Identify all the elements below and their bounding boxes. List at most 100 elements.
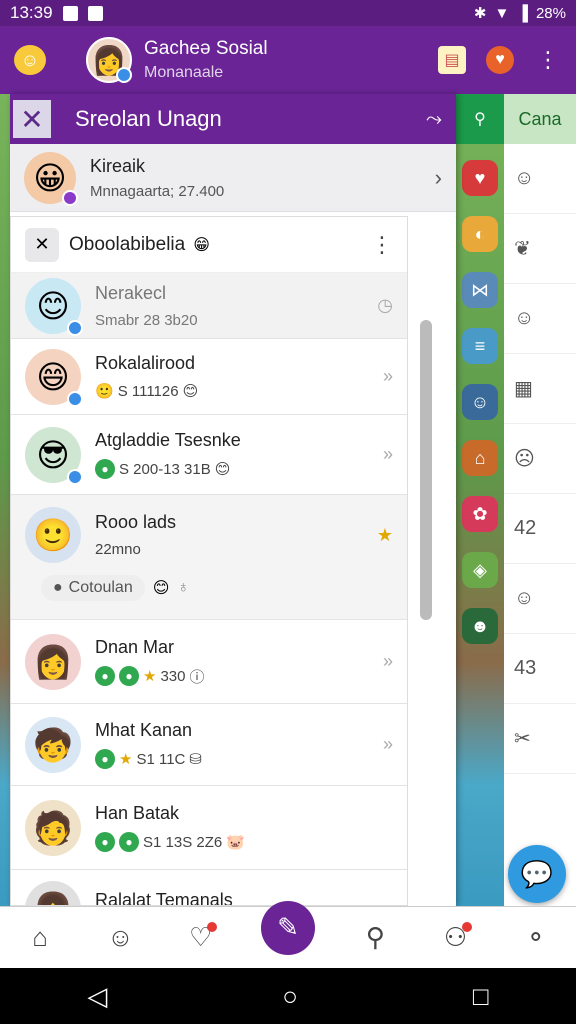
recents-icon[interactable]: □ — [473, 981, 489, 1012]
contact-meta: ● ★ S1 11C ⛁ — [95, 749, 383, 769]
emoji-icon: 😊 — [152, 580, 170, 597]
right-item-leaf-icon[interactable]: ❦ — [504, 214, 576, 284]
card-header: ✕ Oboolabibelia 😁 ⋮ — [11, 217, 407, 273]
contact-row-4[interactable]: 🙂 Rooo lads 22mno ★ — [11, 495, 407, 575]
right-number-1: 42 — [504, 494, 576, 564]
verified-badge-icon — [67, 390, 83, 407]
home-icon[interactable]: ⌂ — [20, 918, 60, 958]
drawer-panel: ✕ Sreolan Unagn ⤳ 😀 Kireaik Mnnagaarta; … — [10, 94, 456, 906]
compose-button[interactable]: ✎ — [260, 900, 315, 955]
app-notification-icon — [62, 5, 78, 21]
profile-name: Kireaik — [90, 155, 146, 176]
pot-icon: ⛁ — [189, 751, 202, 768]
star-icon[interactable]: ★ — [377, 525, 393, 546]
smile-icon: 😊 — [214, 461, 231, 478]
chevron-right-icon[interactable]: › — [435, 165, 442, 191]
pet-icon[interactable]: ☺ — [100, 918, 140, 958]
shield-icon[interactable]: ♥ — [486, 46, 514, 74]
location-icon[interactable]: ◐ — [462, 216, 498, 252]
right-item-avatar-2[interactable]: ☺ — [504, 284, 576, 354]
pin-icon: ♁ — [177, 579, 190, 596]
contact-meta: Smabr 28 3b20 — [95, 311, 198, 329]
star-icon: ★ — [119, 751, 133, 768]
contact-meta: ● ● S1 13S 2Z6 🐷 — [95, 832, 393, 852]
more-menu-icon[interactable]: ⋮ — [534, 46, 562, 74]
badge-icon[interactable]: ✿ — [462, 496, 498, 532]
status-time: 13:39 — [10, 3, 53, 22]
character-icon[interactable]: ☺ — [462, 384, 498, 420]
contact-name: Han Batak — [95, 803, 180, 823]
double-chevron-icon[interactable]: » — [383, 444, 393, 465]
profile-icon[interactable]: ⚬ — [516, 918, 556, 958]
profile-card[interactable]: 😀 Kireaik Mnnagaarta; 27.400 › — [10, 144, 456, 212]
right-item-chat-icon[interactable]: ☹ — [504, 424, 576, 494]
contact-name: Ralalat Temanals — [95, 889, 233, 906]
profile-subtitle: Mnnagaarta; 27.400 — [90, 182, 225, 200]
back-icon[interactable]: ◁ — [87, 981, 107, 1012]
contact-avatar: 😊 — [25, 277, 83, 336]
side-icon-rail: ⚲ ♥ ◐ ⋈ ≡ ☺ ⌂ ✿ ◈ ☻ — [456, 94, 504, 906]
chat-fab-button[interactable]: 💬 — [508, 845, 566, 903]
reaction-row: ● Cotoulan 😊 ♁ — [11, 575, 407, 619]
favorite-icon[interactable]: ♡ — [181, 918, 221, 958]
list-icon[interactable]: ≡ — [462, 328, 498, 364]
double-chevron-icon[interactable]: » — [383, 366, 393, 387]
coin-icon: 🙂 — [95, 383, 114, 400]
header-titles: Gacheə Sosial Monanaale — [144, 38, 268, 82]
search-people-icon[interactable]: ⚲ — [355, 918, 395, 958]
right-item-avatar-3[interactable]: ☺ — [504, 564, 576, 634]
double-chevron-icon[interactable]: » — [383, 651, 393, 672]
contact-row-3[interactable]: 😎 Atgladdie Tsesnke ● S 200-13 31B 😊 » — [11, 415, 407, 495]
right-item-store-icon[interactable]: ▦ — [504, 354, 576, 424]
contact-row-5[interactable]: 👩 Dnan Mar ● ● ★ 330 ⓘ » — [11, 620, 407, 704]
verified-badge-icon — [67, 319, 83, 336]
contact-row-7[interactable]: 🧑 Han Batak ● ● S1 13S 2Z6 🐷 — [11, 786, 407, 870]
reaction-chip[interactable]: ● Cotoulan — [41, 575, 145, 601]
cana-button[interactable]: Cana — [504, 94, 576, 144]
pig-icon: 🐷 — [226, 834, 245, 851]
contact-row-2[interactable]: 😄 Rokalalirood 🙂 S 111126 😊 » — [11, 339, 407, 415]
close-icon[interactable]: ✕ — [13, 100, 51, 138]
share-icon[interactable]: ⤳ — [426, 108, 442, 131]
bluetooth-icon: ✱ — [473, 5, 487, 22]
card-more-icon[interactable]: ⋮ — [371, 232, 393, 258]
map-icon[interactable]: ◈ — [462, 552, 498, 588]
contact-row-1[interactable]: 😊 Nerakecl Smabr 28 3b20 ◷ — [11, 273, 407, 339]
notification-dot — [206, 921, 217, 932]
contact-row-8[interactable]: 👧 Ralalat Temanals — [11, 870, 407, 906]
status-bar: 13:39 ✱ ▼ ▐ 28% — [0, 0, 576, 26]
star-icon: ★ — [143, 668, 157, 685]
verified-badge-icon — [116, 67, 132, 83]
right-item-avatar-1[interactable]: ☺ — [504, 144, 576, 214]
contact-meta-text: S 200-13 31B — [119, 460, 211, 478]
wifi-icon: ▼ — [494, 4, 510, 22]
tools-icon[interactable]: ✕ — [25, 227, 59, 262]
green-badge-icon: ● — [95, 459, 115, 479]
heart-app-icon[interactable]: ♥ — [462, 160, 498, 196]
contact-avatar: 👧 — [25, 881, 81, 905]
contact-meta: 🙂 S 111126 😊 — [95, 382, 383, 401]
friend-icon[interactable]: ☻ — [462, 608, 498, 644]
scrollbar[interactable] — [420, 320, 432, 620]
contact-meta-text: S1 11C — [136, 750, 186, 768]
user-avatar[interactable]: 👩 — [86, 37, 132, 83]
contact-name: Mhat Kanan — [95, 720, 193, 740]
bow-icon[interactable]: ⋈ — [462, 272, 498, 308]
verified-badge-icon — [67, 468, 83, 485]
contact-avatar: 🧒 — [25, 716, 81, 773]
app-logo-icon[interactable]: ☺ — [14, 45, 46, 75]
right-item-tools-icon[interactable]: ✂ — [504, 704, 576, 774]
contact-name: Rokalalirood — [95, 353, 196, 373]
signal-icon: ▐ — [517, 4, 528, 22]
leaf-icon[interactable]: ⚲ — [456, 94, 504, 144]
status-right: ✱ ▼ ▐ 28% — [473, 4, 566, 23]
green-badge-icon: ● — [95, 749, 115, 769]
friends-icon[interactable]: ⚇ — [436, 918, 476, 958]
contact-avatar: 🙂 — [25, 507, 81, 563]
contact-row-6[interactable]: 🧒 Mhat Kanan ● ★ S1 11C ⛁ » — [11, 704, 407, 786]
double-chevron-icon[interactable]: » — [383, 734, 393, 755]
notification-icon[interactable]: ▤ — [438, 46, 466, 74]
home-circle-icon[interactable]: ○ — [282, 981, 298, 1012]
house-icon[interactable]: ⌂ — [462, 440, 498, 476]
contact-meta: ● ● ★ 330 ⓘ — [95, 666, 383, 687]
